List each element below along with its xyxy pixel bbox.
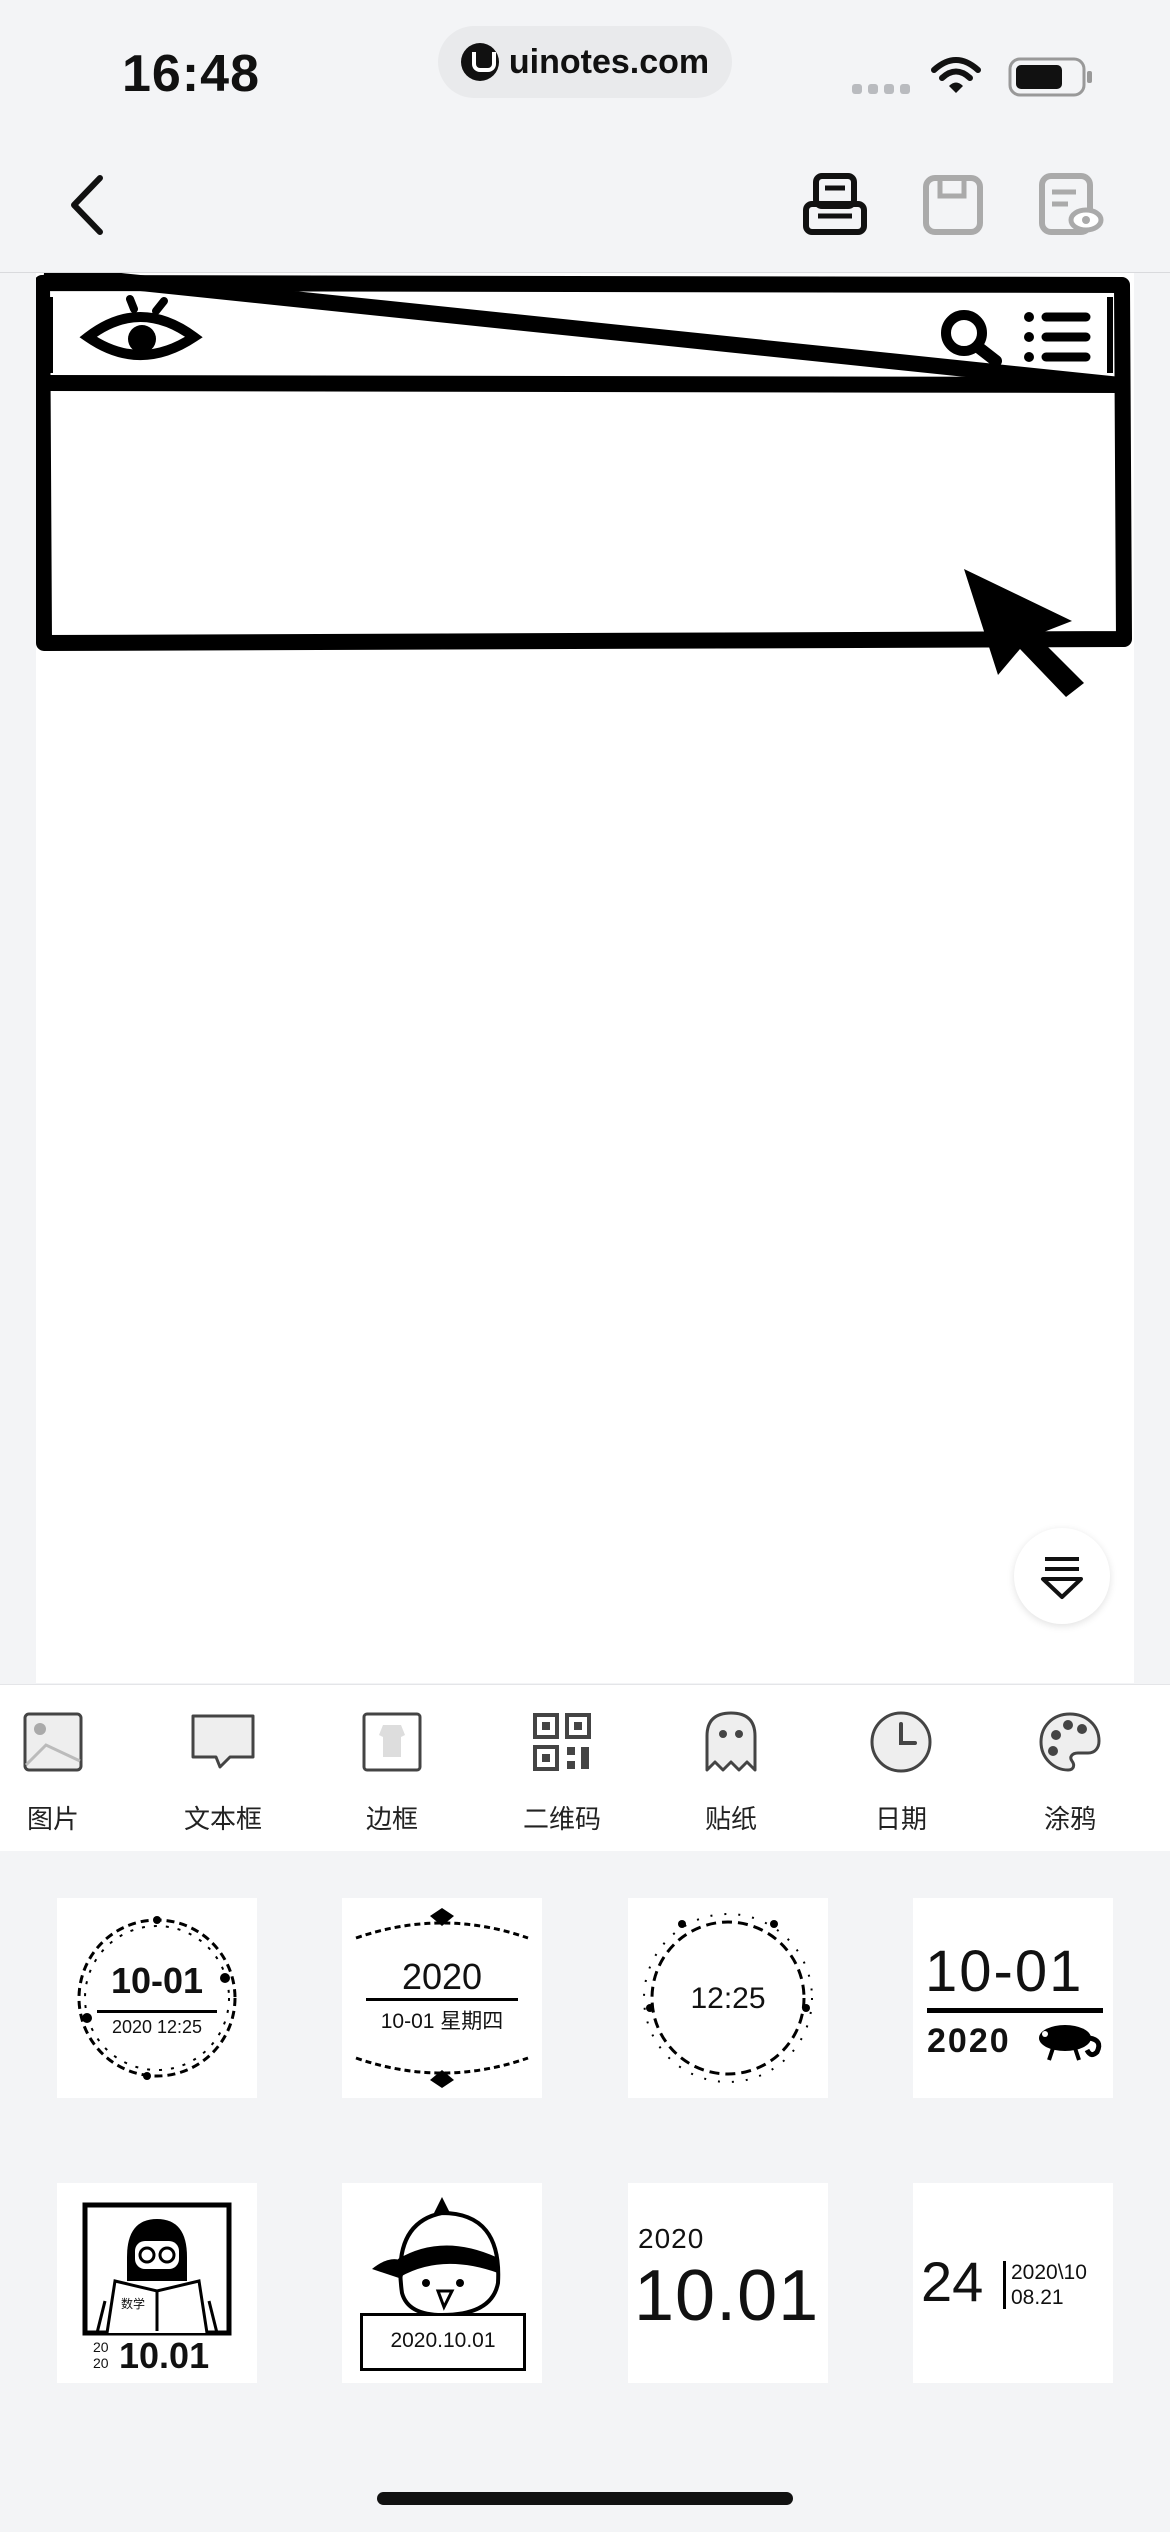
- stamp-year: 2020: [401, 1956, 483, 1997]
- stamp-laurel-year[interactable]: 2020 10-01 星期四: [342, 1898, 542, 2098]
- layers-button[interactable]: [1014, 1528, 1110, 1624]
- stamp-date-chameleon[interactable]: 10-01 2020: [913, 1898, 1113, 2098]
- stamp-year-date[interactable]: 2020 10.01: [628, 2183, 828, 2383]
- tab-label: 日期: [874, 1804, 927, 1834]
- stamp-wreath-date[interactable]: 10-01 2020 12:25: [57, 1898, 257, 2098]
- tab-label: 涂鸦: [1043, 1804, 1096, 1834]
- tab-qrcode[interactable]: 二维码: [487, 1707, 637, 1836]
- date-stamp-grid: 10-01 2020 12:25 2020 10-01 星期四 12:25 10…: [0, 1851, 1170, 2451]
- tab-label: 边框: [365, 1804, 418, 1834]
- tab-image[interactable]: 图片: [0, 1707, 128, 1836]
- chameleon-icon: [1039, 2025, 1102, 2061]
- stamp-big-date: 10.01: [634, 2256, 820, 2336]
- stamp-line1: 2020\10: [1011, 2261, 1087, 2284]
- battery-icon: [1008, 57, 1092, 97]
- label-canvas[interactable]: [36, 273, 1134, 1683]
- tab-label: 二维码: [522, 1804, 601, 1834]
- stamp-year-line1: 20: [93, 2339, 109, 2355]
- site-logo-icon: [460, 43, 499, 81]
- book-title: 数学: [121, 2297, 146, 2311]
- divider: [927, 2008, 1103, 2013]
- tab-label: 贴纸: [704, 1804, 757, 1834]
- signal-icon: [852, 84, 910, 94]
- url-text: uinotes.com: [508, 42, 710, 81]
- save-icon[interactable]: [918, 170, 988, 240]
- stamp-day: 24: [921, 2250, 984, 2313]
- palette-icon: [1039, 1712, 1101, 1772]
- back-icon[interactable]: [56, 170, 126, 240]
- stamp-date: 10.01: [119, 2335, 210, 2376]
- tool-tabs: 图片 文本框 边框 二维码 贴纸 日期 涂鸦: [0, 1684, 1170, 1852]
- tab-label: 图片: [26, 1804, 79, 1834]
- stamp-day-lines[interactable]: 24 2020\10 08.21: [913, 2183, 1113, 2383]
- divider: [1003, 2261, 1006, 2309]
- frame-icon: [362, 1712, 422, 1772]
- textbox-icon: [191, 1714, 255, 1769]
- status-bar: 16:48 uinotes.com: [0, 0, 1170, 140]
- clock-icon: [870, 1711, 932, 1773]
- tab-date[interactable]: 日期: [826, 1707, 976, 1836]
- stamp-girl-reading[interactable]: 数学 20 20 10.01: [57, 2183, 257, 2383]
- tab-frame[interactable]: 边框: [317, 1707, 467, 1836]
- stamp-bird-sign[interactable]: 2020.10.01: [342, 2183, 542, 2383]
- stamp-big-date: 10-01: [110, 1960, 204, 2001]
- stamp-wreath-time[interactable]: 12:25: [628, 1898, 828, 2098]
- stamp-year-line2: 20: [93, 2355, 109, 2371]
- tab-doodle[interactable]: 涂鸦: [995, 1707, 1145, 1836]
- layers-icon: [1041, 1557, 1083, 1599]
- stamp-year: 2020: [638, 2223, 705, 2254]
- stamp-year-small: 2020: [927, 2022, 1011, 2060]
- image-icon: [23, 1712, 83, 1772]
- qrcode-icon: [533, 1713, 591, 1771]
- stamp-line2: 08.21: [1011, 2286, 1064, 2309]
- status-time: 16:48: [122, 45, 260, 103]
- tab-sticker[interactable]: 贴纸: [656, 1707, 806, 1836]
- stamp-sign-date: 2020.10.01: [360, 2313, 526, 2371]
- tab-label: 文本框: [183, 1804, 262, 1834]
- tab-textbox[interactable]: 文本框: [148, 1707, 298, 1836]
- top-toolbar: [0, 140, 1170, 273]
- stamp-date-weekday: 10-01 星期四: [366, 1998, 518, 2035]
- url-pill[interactable]: uinotes.com: [438, 26, 732, 98]
- home-indicator[interactable]: [377, 2492, 793, 2505]
- wifi-icon: [931, 57, 981, 93]
- stamp-date-big: 10-01: [925, 1939, 1084, 2004]
- print-icon[interactable]: [800, 170, 870, 240]
- sticker-icon: [705, 1711, 757, 1772]
- browser-window-sticker[interactable]: [36, 273, 1134, 713]
- stamp-time: 12:25: [690, 1982, 766, 2015]
- preview-icon[interactable]: [1036, 170, 1106, 240]
- stamp-small-date: 2020 12:25: [97, 2010, 217, 2038]
